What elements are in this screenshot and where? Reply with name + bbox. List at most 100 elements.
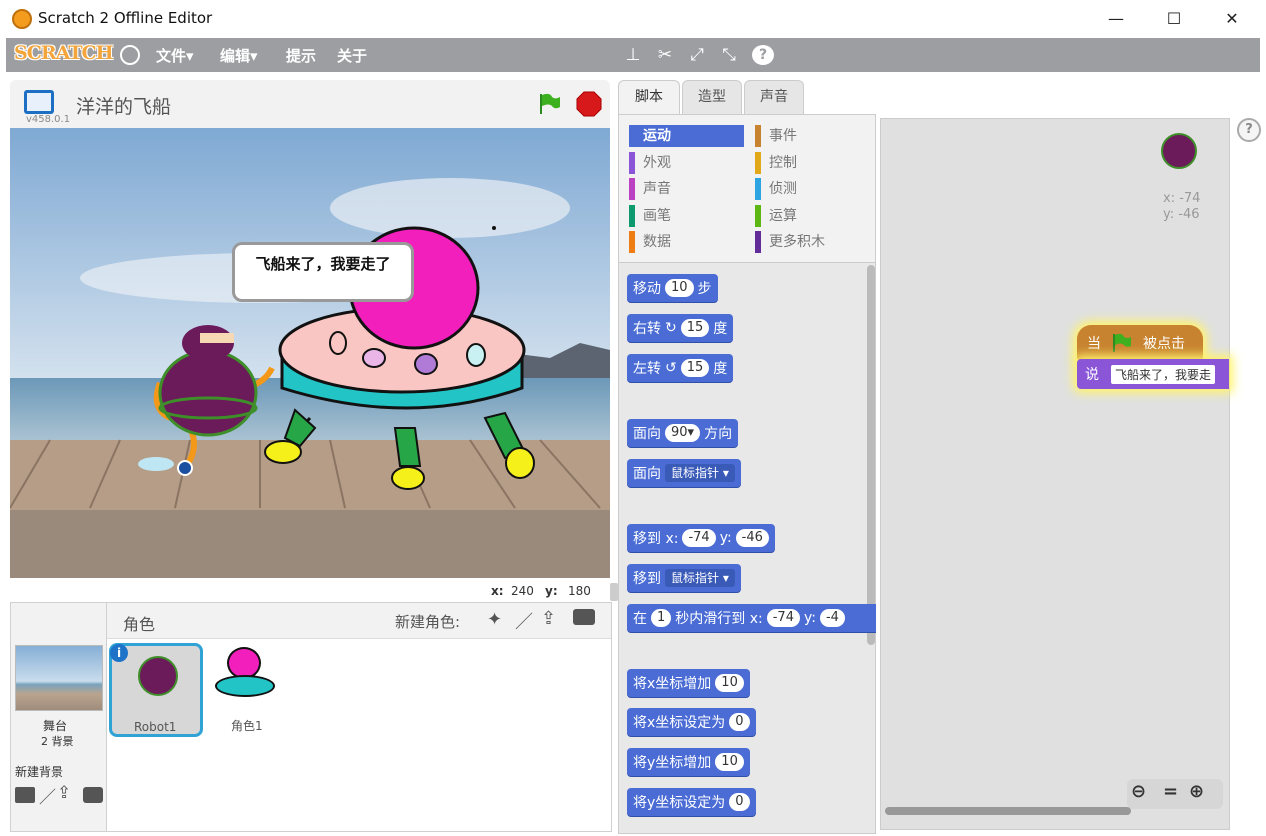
stage-canvas[interactable]: 飞船来了，我要走了 — [10, 128, 610, 578]
delete-scissors-icon[interactable]: ✂ — [654, 45, 676, 65]
block-text: 移到 — [633, 571, 661, 587]
block-set-x[interactable]: 将x坐标设定为 0 — [627, 708, 756, 736]
tab-costumes[interactable]: 造型 — [682, 80, 742, 114]
block-input[interactable]: -74 — [682, 529, 716, 547]
camera-backdrop-icon[interactable] — [83, 787, 103, 803]
block-change-x[interactable]: 将x坐标增加 10 — [627, 669, 750, 697]
backdrop-library-icon[interactable] — [15, 787, 35, 803]
minimize-button[interactable]: — — [1096, 6, 1136, 32]
category-sound[interactable]: 声音 — [629, 178, 744, 200]
presentation-mode-icon[interactable] — [24, 90, 54, 114]
block-input[interactable]: 10 — [715, 753, 744, 771]
upload-sprite-icon[interactable]: ⇪ — [541, 608, 556, 629]
duplicate-stamp-icon[interactable]: ⊥ — [622, 45, 644, 65]
collapse-stage-handle[interactable] — [610, 583, 618, 601]
shrink-icon[interactable]: ⤡ — [718, 45, 740, 65]
category-sensing[interactable]: 侦测 — [755, 178, 870, 200]
block-text: 将x坐标设定为 — [633, 715, 726, 731]
scratch-cat-icon — [12, 9, 32, 29]
help-icon[interactable]: ? — [752, 45, 774, 65]
maximize-button[interactable]: ☐ — [1154, 6, 1194, 32]
block-turn-right[interactable]: 右转 ↻ 15 度 — [627, 314, 734, 342]
sprite-tile-robot1[interactable]: i Robot1 — [109, 643, 203, 737]
robot-thumbnail — [138, 656, 178, 696]
block-input[interactable]: -4 — [819, 609, 845, 627]
globe-icon[interactable] — [120, 45, 140, 65]
zoom-reset-icon[interactable]: = — [1163, 781, 1178, 802]
block-input[interactable]: 0 — [729, 793, 750, 811]
block-input[interactable]: 0 — [729, 713, 750, 731]
spaceship-thumbnail-body — [215, 675, 275, 697]
block-input[interactable]: 15 — [680, 359, 710, 377]
grow-icon[interactable]: ⤢ — [686, 45, 708, 65]
paint-backdrop-icon[interactable]: ／ — [39, 783, 56, 808]
block-input[interactable]: 10 — [665, 279, 694, 297]
tab-scripts[interactable]: 脚本 — [618, 80, 680, 114]
category-motion[interactable]: 运动 — [629, 125, 744, 147]
block-point-direction[interactable]: 面向 90▾ 方向 — [627, 419, 739, 447]
block-move-steps[interactable]: 移动 10 步 — [627, 274, 718, 302]
menu-tips[interactable]: 提示 — [286, 45, 316, 66]
category-pen[interactable]: 画笔 — [629, 205, 744, 227]
block-set-y[interactable]: 将y坐标设定为 0 — [627, 788, 756, 816]
scripts-area[interactable]: x: -74 y: -46 当 被点击 说 飞船来了，我要走 ⊖ = ⊕ — [880, 118, 1230, 830]
stage-x-value: 240 — [511, 584, 534, 598]
category-data[interactable]: 数据 — [629, 231, 744, 253]
stage-thumbnail[interactable] — [15, 645, 103, 711]
block-text: 右转 — [633, 321, 661, 337]
stage-label: 舞台 — [43, 719, 68, 733]
zoom-in-icon[interactable]: ⊕ — [1189, 781, 1204, 802]
scratch-logo[interactable]: SCRATCH — [14, 42, 114, 64]
speech-bubble: 飞船来了，我要走了 — [232, 242, 414, 302]
block-input[interactable]: 1 — [651, 609, 672, 627]
stage-header: v458.0.1 洋洋的飞船 — [10, 80, 610, 128]
sprite-tile-sprite1[interactable]: 角色1 — [207, 643, 297, 735]
menu-edit[interactable]: 编辑▾ — [220, 45, 258, 66]
sprite-library-icon[interactable]: ✦ — [487, 609, 502, 630]
block-input[interactable]: 90▾ — [665, 424, 701, 442]
turn-left-icon: ↺ — [665, 360, 677, 376]
upload-backdrop-icon[interactable]: ⇪ — [57, 783, 71, 803]
block-dropdown[interactable]: 鼠标指针 ▾ — [665, 464, 735, 482]
block-turn-left[interactable]: 左转 ↺ 15 度 — [627, 354, 734, 382]
category-events[interactable]: 事件 — [755, 125, 870, 147]
info-icon[interactable]: i — [110, 644, 128, 662]
block-text: 当 — [1087, 336, 1101, 352]
scripts-hscrollbar[interactable] — [885, 807, 1131, 815]
block-text: 被点击 — [1143, 336, 1185, 352]
category-control[interactable]: 控制 — [755, 152, 870, 174]
block-glide[interactable]: 在 1 秒内滑行到 x: -74 y: -4 — [627, 604, 876, 632]
sprite-header-bar — [107, 603, 611, 639]
help-circle-icon[interactable]: ? — [1237, 118, 1261, 142]
block-change-y[interactable]: 将y坐标增加 10 — [627, 748, 750, 776]
block-goto-xy[interactable]: 移到 x: -74 y: -46 — [627, 524, 775, 552]
menu-about[interactable]: 关于 — [337, 45, 367, 66]
hat-block-when-flag-clicked[interactable]: 当 被点击 — [1077, 325, 1203, 361]
zoom-out-icon[interactable]: ⊖ — [1131, 781, 1146, 802]
say-text-input[interactable]: 飞船来了，我要走 — [1111, 364, 1216, 384]
category-operators[interactable]: 运算 — [755, 205, 870, 227]
menu-file[interactable]: 文件▾ — [156, 45, 194, 66]
block-input[interactable]: 15 — [680, 319, 710, 337]
block-input[interactable]: -46 — [735, 529, 769, 547]
category-looks[interactable]: 外观 — [629, 152, 744, 174]
palette-scrollbar[interactable] — [867, 265, 875, 645]
block-point-towards[interactable]: 面向 鼠标指针 ▾ — [627, 459, 741, 487]
close-button[interactable]: ✕ — [1212, 6, 1252, 32]
project-title[interactable]: 洋洋的飞船 — [76, 92, 171, 119]
menu-bar: SCRATCH 文件▾ 编辑▾ 提示 关于 ⊥ ✂ ⤢ ⤡ ? — [6, 38, 1260, 72]
green-flag-icon[interactable] — [538, 92, 562, 116]
category-more-blocks[interactable]: 更多积木 — [755, 231, 870, 253]
block-goto[interactable]: 移到 鼠标指针 ▾ — [627, 564, 741, 592]
stop-sign-icon[interactable] — [576, 91, 602, 117]
block-dropdown[interactable]: 鼠标指针 ▾ — [665, 569, 735, 587]
camera-sprite-icon[interactable] — [573, 609, 595, 625]
say-block[interactable]: 说 飞船来了，我要走 — [1077, 359, 1229, 389]
block-input[interactable]: 10 — [715, 674, 744, 692]
block-input[interactable]: -74 — [766, 609, 800, 627]
sprites-title: 角色 — [123, 615, 156, 634]
sprite-name-sprite1: 角色1 — [231, 719, 263, 733]
tab-sounds[interactable]: 声音 — [744, 80, 804, 114]
stage-y-value: 180 — [568, 584, 591, 598]
paint-sprite-icon[interactable]: ／ — [515, 608, 533, 634]
